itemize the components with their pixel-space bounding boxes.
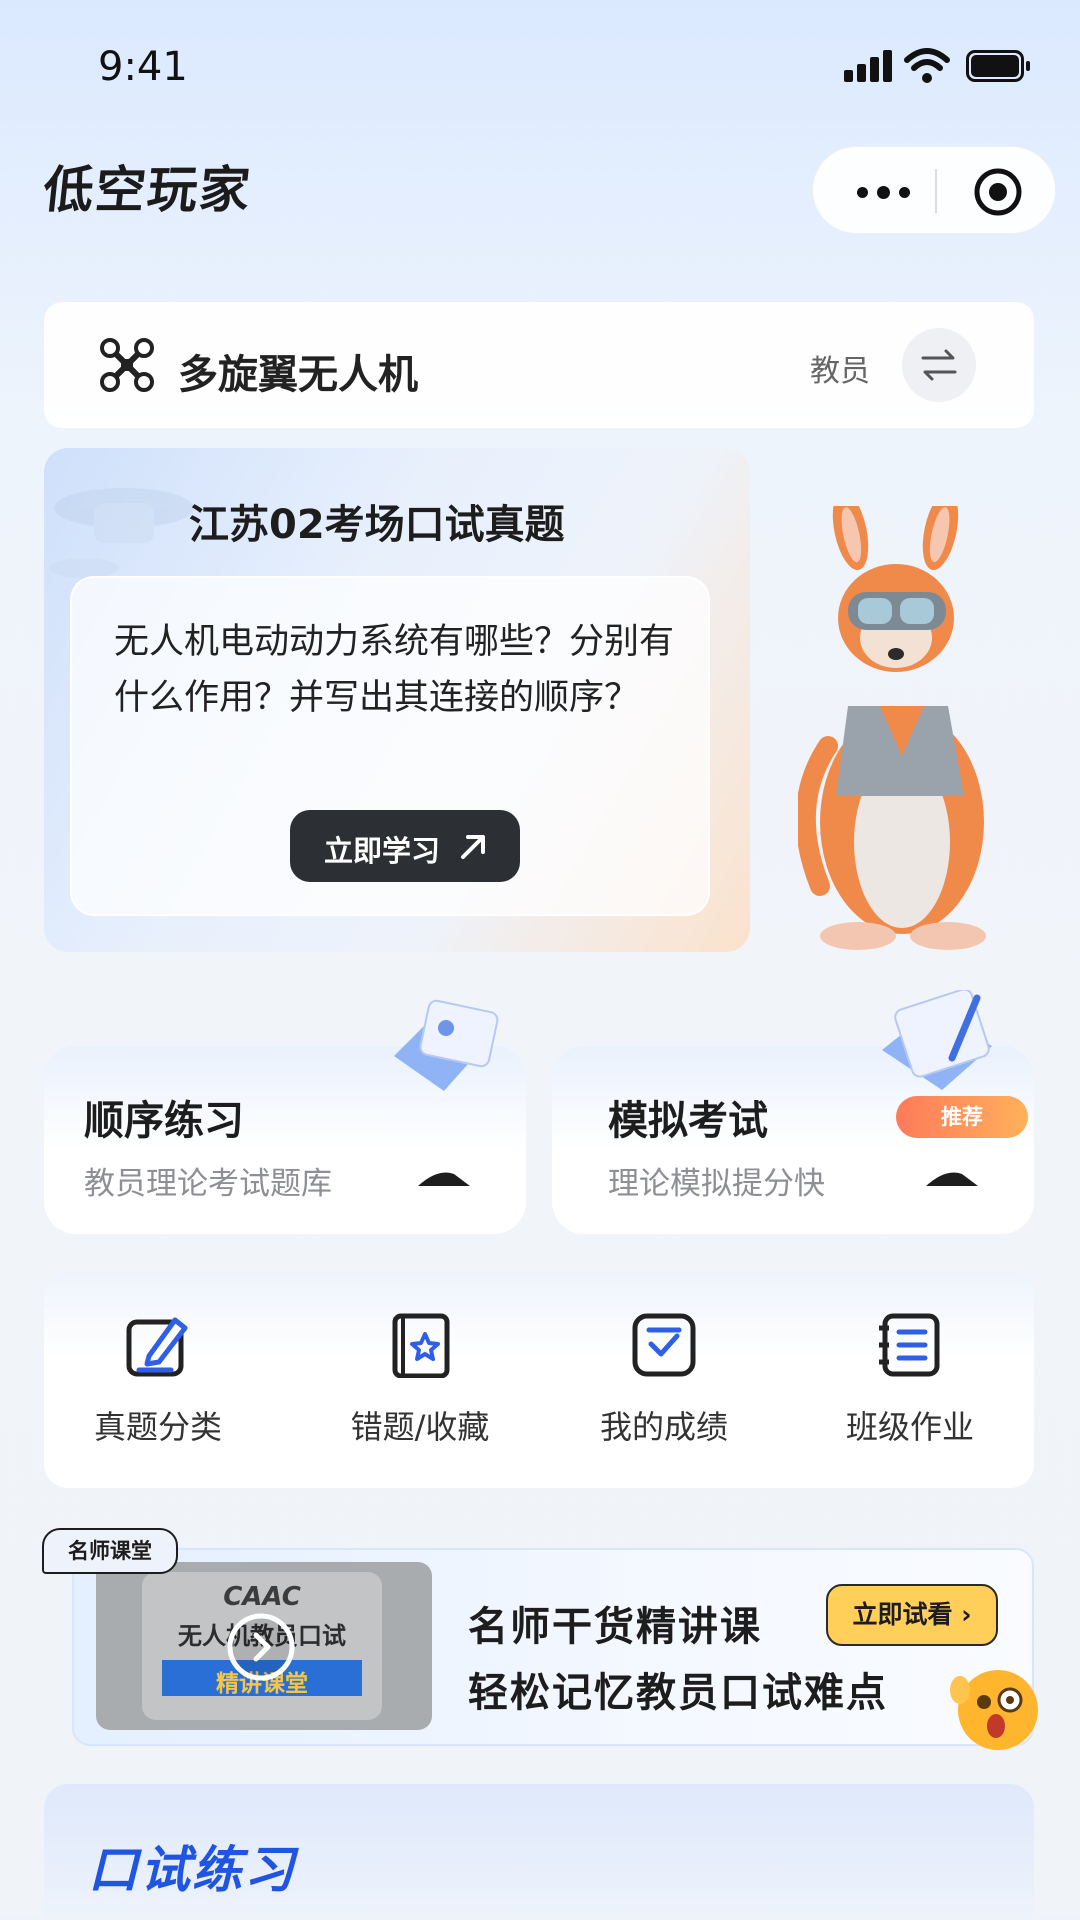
book-star-icon: [392, 1313, 450, 1379]
quick-tools-panel: 真题分类 错题/收藏 我的成绩 班级作业: [44, 1272, 1034, 1488]
tool-class-homework[interactable]: 班级作业: [810, 1312, 1010, 1448]
mock-exam-card[interactable]: 模拟考试 推荐 理论模拟提分快: [552, 990, 1034, 1234]
recommend-badge: 推荐: [896, 1096, 1028, 1138]
surprised-emoji-icon: [950, 1670, 1038, 1750]
sequential-practice-card[interactable]: 顺序练习 教员理论考试题库: [44, 999, 526, 1234]
banner-subheadline: 轻松记忆教员口试难点: [468, 1670, 888, 1716]
tool-label: 班级作业: [845, 1408, 974, 1446]
notepad-icon: [882, 990, 992, 1090]
id-card-icon: [394, 999, 499, 1091]
notebook-icon: [879, 1313, 940, 1377]
practice-subtitle: 教员理论考试题库: [84, 1166, 332, 1202]
app-title: 低空玩家: [40, 161, 255, 219]
checklist-icon: [632, 1313, 696, 1377]
tool-question-category[interactable]: 真题分类: [58, 1312, 258, 1448]
tool-mistakes-favorites[interactable]: 错题/收藏: [320, 1312, 520, 1448]
course-thumbnail[interactable]: CAAC 无人机教员口试 精讲课堂: [96, 1562, 432, 1730]
tool-label: 真题分类: [93, 1408, 222, 1446]
featured-question-card[interactable]: 江苏02考场口试真题 无人机电动动力系统有哪些？分别有什么作用？并写出其连接的顺…: [44, 448, 750, 952]
try-button-label: 立即试看: [852, 1600, 953, 1629]
kangaroo-mascot: [798, 506, 986, 950]
try-watch-button[interactable]: 立即试看 ›: [826, 1584, 998, 1646]
arrow-right-icon: [418, 1172, 470, 1186]
study-button-label: 立即学习: [324, 834, 441, 868]
feature-title: 江苏02考场口试真题: [189, 502, 565, 548]
signal-icon: [844, 50, 892, 82]
category-label: 多旋翼无人机: [178, 352, 418, 398]
category-selector[interactable]: 多旋翼无人机 教员: [44, 302, 1034, 428]
chevron-right-icon: ›: [961, 1600, 972, 1629]
battery-icon: [966, 50, 1030, 82]
oral-practice-title: 口试练习: [88, 1841, 296, 1899]
question-box: 无人机电动动力系统有哪些？分别有什么作用？并写出其连接的顺序？ 立即学习: [70, 576, 710, 916]
teacher-course-banner[interactable]: CAAC 无人机教员口试 精讲课堂 名师干货精讲课 轻松记忆教员口试难点 立即试…: [72, 1548, 1038, 1750]
status-time: 9:41: [98, 44, 188, 90]
close-target-icon[interactable]: [973, 167, 1023, 217]
practice-title: 模拟考试: [608, 1098, 768, 1144]
wifi-icon: [904, 48, 950, 83]
banner-headline: 名师干货精讲课: [468, 1604, 762, 1650]
arrow-up-right-icon: [461, 835, 485, 859]
teacher-class-tag: 名师课堂: [42, 1528, 178, 1574]
tool-label: 错题/收藏: [350, 1408, 490, 1446]
role-label: 教员: [810, 354, 870, 389]
drone-icon: [100, 338, 154, 392]
tool-my-scores[interactable]: 我的成绩: [564, 1312, 764, 1448]
study-now-button[interactable]: 立即学习: [290, 810, 520, 882]
thumb-line: CAAC: [223, 1582, 301, 1612]
practice-subtitle: 理论模拟提分快: [608, 1166, 825, 1202]
oral-practice-section: 口试练习: [44, 1784, 1034, 1920]
switch-button[interactable]: [902, 328, 976, 402]
swap-icon: [921, 349, 957, 381]
practice-title: 顺序练习: [84, 1098, 244, 1144]
more-icon[interactable]: [847, 147, 927, 235]
tool-label: 我的成绩: [599, 1408, 728, 1446]
edit-icon: [126, 1317, 188, 1377]
capsule-divider: [935, 169, 937, 213]
play-icon[interactable]: [226, 1612, 296, 1682]
arrow-right-icon: [926, 1172, 978, 1186]
question-text: 无人机电动动力系统有哪些？分别有什么作用？并写出其连接的顺序？: [114, 622, 675, 718]
mini-program-capsule: [812, 146, 1056, 234]
